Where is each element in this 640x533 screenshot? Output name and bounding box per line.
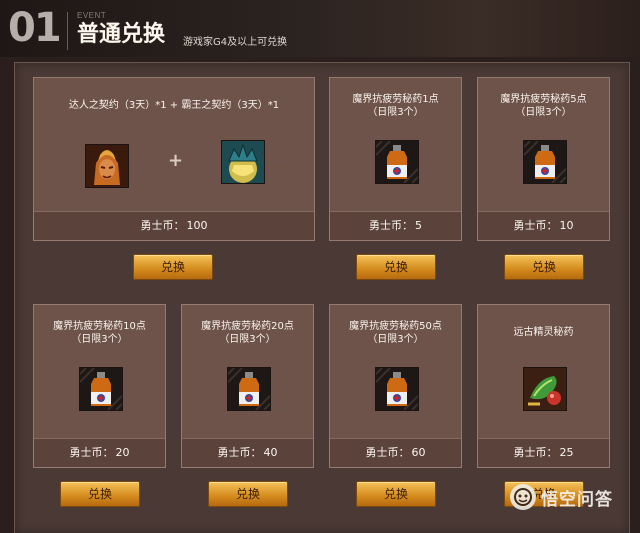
card-title: 魔界抗疲劳秘药50点 [349,321,442,332]
card-price: 勇士币： 20 [34,438,165,467]
exchange-card-potion-5: 魔界抗疲劳秘药5点 （日限3个） 勇士币： 10 [477,77,610,241]
card-price: 勇士币： 60 [330,438,461,467]
event-label: EVENT [77,11,107,20]
card-price: 勇士币： 100 [34,211,314,240]
currency-label: 勇士币： [513,446,558,459]
price-value: 20 [115,446,130,459]
exchange-button-potion-50[interactable]: 兑换 [356,481,436,507]
potion-bottle-icon [523,140,567,184]
watermark-text: 悟空问答 [541,489,613,510]
currency-label: 勇士币： [69,446,114,459]
price-value: 60 [411,446,426,459]
card-price: 勇士币： 5 [330,211,461,240]
price-value: 10 [559,219,574,232]
card-limit: （日限3个） [219,334,276,345]
potion-bottle-icon [375,367,419,411]
exchange-card-potion-10: 魔界抗疲劳秘药10点 （日限3个） 勇士币： 20 [33,304,166,468]
elf-potion-icon [523,367,567,411]
exchange-button-potion-20[interactable]: 兑换 [208,481,288,507]
header-divider [67,12,68,50]
currency-label: 勇士币： [140,219,185,232]
wukong-logo-icon [510,484,536,510]
section-number: 01 [8,5,62,51]
card-limit: （日限3个） [71,334,128,345]
card-limit: （日限3个） [367,334,424,345]
card-price: 勇士币： 10 [478,211,609,240]
card-price: 勇士币： 25 [478,438,609,467]
exchange-button-potion-5[interactable]: 兑换 [504,254,584,280]
exchange-card-contracts: 达人之契约（3天）*1 + 霸王之契约（3天）*1 + 勇士币： 100 [33,77,315,241]
potion-bottle-icon [79,367,123,411]
price-value: 5 [415,219,422,232]
price-value: 100 [186,219,208,232]
watermark: 悟空问答 [510,480,613,514]
plus-icon: + [168,150,184,171]
event-header: 01 EVENT 普通兑换 游戏家G4及以上可兑换 [0,0,640,57]
currency-label: 勇士币： [365,446,410,459]
potion-bottle-icon [375,140,419,184]
exchange-button-potion-10[interactable]: 兑换 [60,481,140,507]
price-value: 25 [559,446,574,459]
crown-icon [221,140,265,184]
card-price: 勇士币： 40 [182,438,313,467]
card-title: 魔界抗疲劳秘药5点 [500,94,587,105]
card-limit: （日限3个） [367,107,424,118]
currency-label: 勇士币： [217,446,262,459]
currency-label: 勇士币： [369,219,413,232]
exchange-card-potion-20: 魔界抗疲劳秘药20点 （日限3个） 勇士币： 40 [181,304,314,468]
card-title: 魔界抗疲劳秘药1点 [352,94,439,105]
exchange-card-elf-potion: 远古精灵秘药 勇士币： 25 [477,304,610,468]
currency-label: 勇士币： [513,219,558,232]
potion-bottle-icon [227,367,271,411]
exchange-card-potion-1: 魔界抗疲劳秘药1点 （日限3个） 勇士币： 5 [329,77,462,241]
exchange-button-potion-1[interactable]: 兑换 [356,254,436,280]
exchange-card-potion-50: 魔界抗疲劳秘药50点 （日限3个） 勇士币： 60 [329,304,462,468]
page-title: 普通兑换 [77,22,166,47]
warrior-portrait-icon [85,144,129,188]
card-title: 远古精灵秘药 [513,327,574,338]
card-limit: （日限3个） [515,107,572,118]
exchange-button-contracts[interactable]: 兑换 [133,254,213,280]
card-title: 魔界抗疲劳秘药20点 [201,321,294,332]
page-subtitle: 游戏家G4及以上可兑换 [183,37,288,48]
card-title: 魔界抗疲劳秘药10点 [53,321,146,332]
price-value: 40 [263,446,278,459]
card-title: 达人之契约（3天）*1 + 霸王之契约（3天）*1 [68,100,280,111]
